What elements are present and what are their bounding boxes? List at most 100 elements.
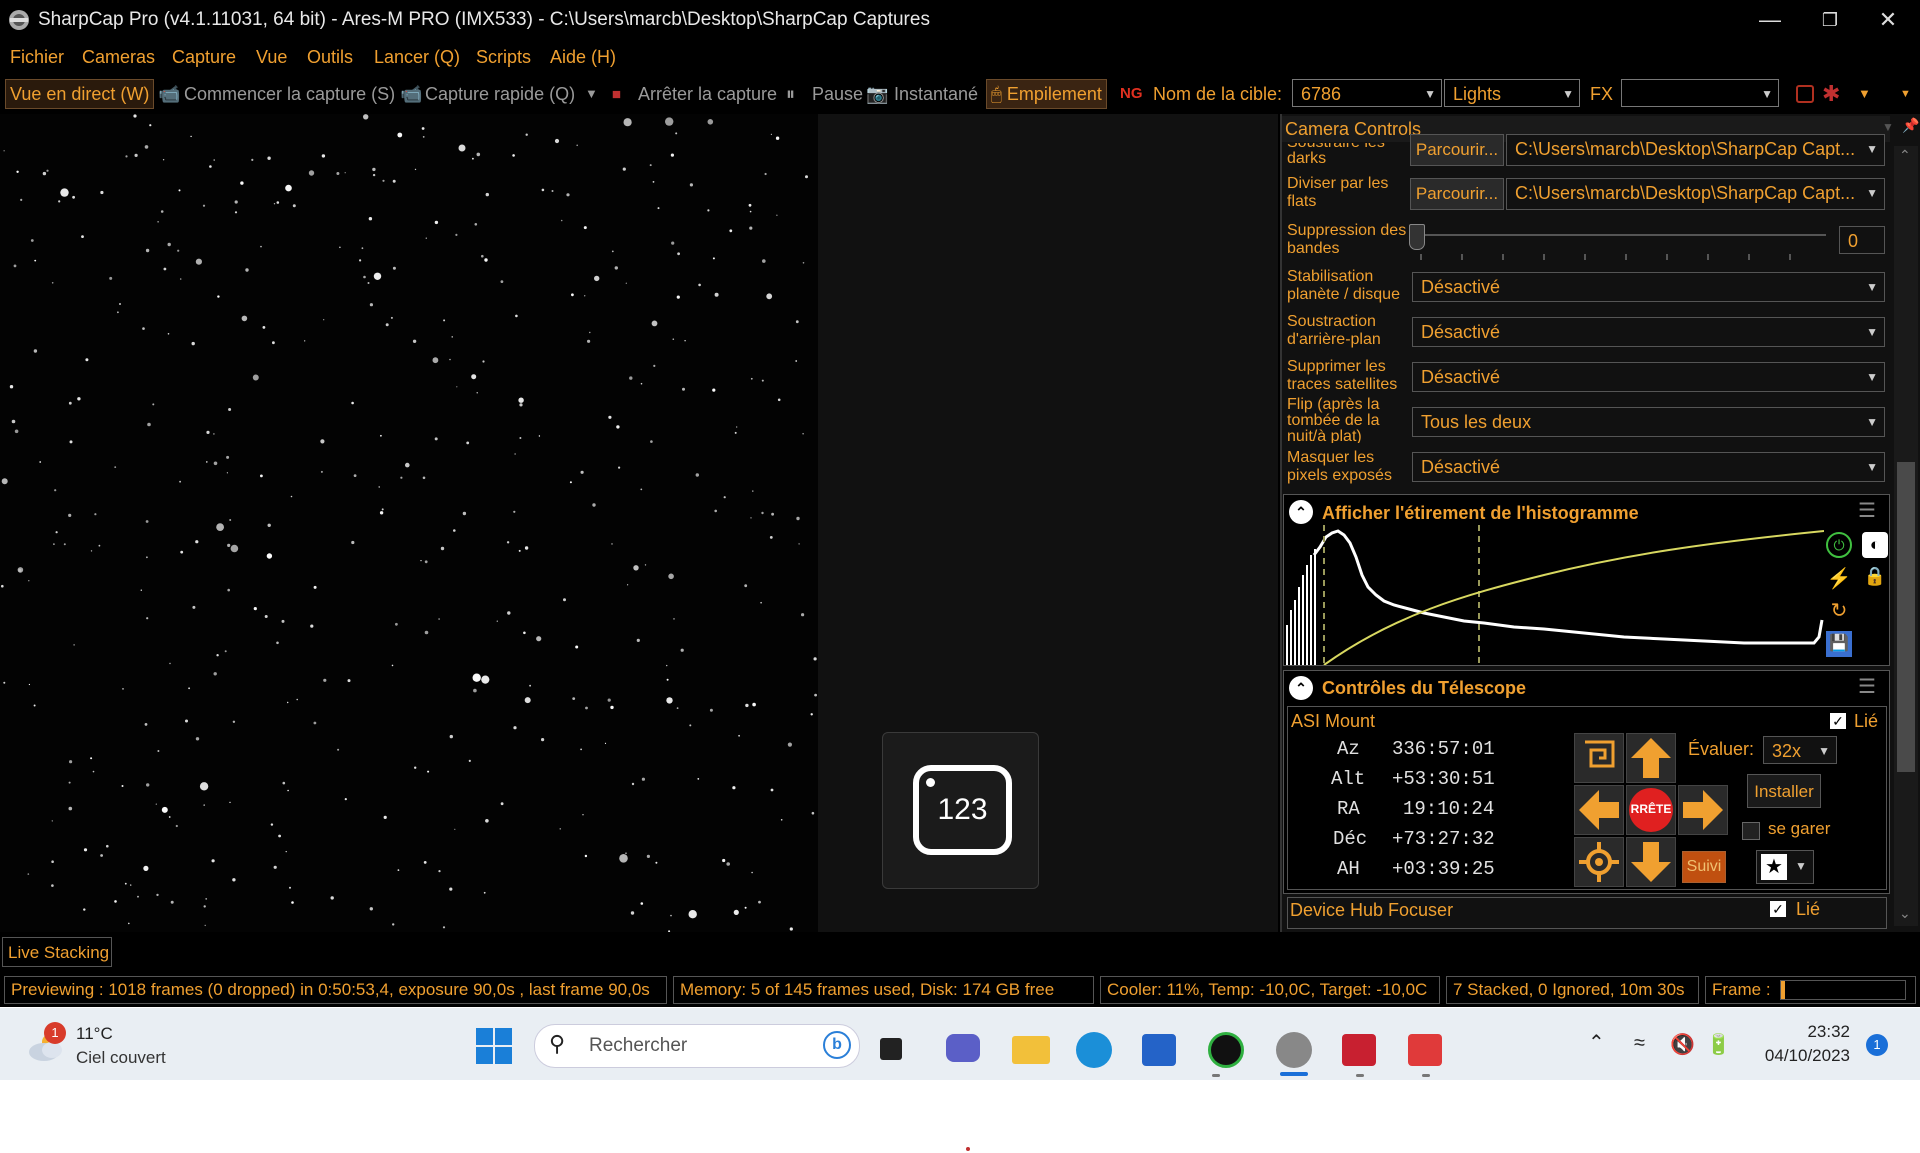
windows-start-icon[interactable] <box>476 1028 512 1064</box>
close-button[interactable]: ✕ <box>1858 4 1918 36</box>
weather-temp[interactable]: 11°C <box>76 1024 113 1044</box>
chevron-down-icon[interactable]: ▼ <box>1858 80 1871 108</box>
park-checkbox[interactable] <box>1742 822 1760 840</box>
scroll-down-icon[interactable]: ⌄ <box>1899 905 1911 922</box>
move-east-button[interactable] <box>1678 785 1728 835</box>
status-frame: Frame : <box>1705 976 1916 1004</box>
lightning-icon[interactable]: ⚡ <box>1826 566 1852 592</box>
start-capture-button[interactable]: Commencer la capture (S) <box>184 80 395 108</box>
star <box>714 509 717 513</box>
star-select-combo[interactable]: ★ ▼ <box>1756 850 1814 884</box>
store-icon[interactable] <box>1142 1034 1176 1066</box>
banding-value-input[interactable]: 0 <box>1839 226 1885 254</box>
clock-date[interactable]: 04/10/2023 <box>1744 1046 1850 1066</box>
pin-icon[interactable]: 📌 <box>1902 117 1919 134</box>
move-south-button[interactable] <box>1626 837 1676 887</box>
move-north-button[interactable] <box>1626 733 1676 783</box>
menu-scripts[interactable]: Scripts <box>476 47 531 68</box>
task-view-icon[interactable] <box>880 1038 902 1060</box>
menu-lancer[interactable]: Lancer (Q) <box>374 47 460 68</box>
stop-capture-button[interactable]: Arrêter la capture <box>638 80 777 108</box>
clock-time[interactable]: 23:32 <box>1780 1022 1850 1042</box>
mask-pixels-combo[interactable]: Désactivé ▼ <box>1412 452 1885 482</box>
scroll-up-icon[interactable]: ⌃ <box>1899 147 1911 164</box>
wifi-icon[interactable]: ≈ <box>1634 1032 1645 1055</box>
stellarium-icon[interactable] <box>1342 1034 1376 1066</box>
phd2-icon[interactable] <box>1208 1032 1244 1068</box>
volume-muted-icon[interactable]: 🔇 <box>1670 1032 1695 1057</box>
fx-combo[interactable]: ▼ <box>1621 79 1779 107</box>
chevron-down-icon[interactable]: ▼ <box>585 80 598 108</box>
tracking-button[interactable]: Suivi <box>1682 851 1726 883</box>
histogram-menu-icon[interactable]: ☰ <box>1858 498 1876 523</box>
install-button[interactable]: Installer <box>1747 774 1821 808</box>
target-name-combo[interactable]: 6786 ▼ <box>1292 79 1442 107</box>
collapse-telescope-icon[interactable]: ⌃ <box>1289 676 1313 700</box>
minimize-button[interactable]: — <box>1740 4 1800 36</box>
satellite-trails-combo[interactable]: Désactivé ▼ <box>1412 362 1885 392</box>
banding-slider-track[interactable] <box>1416 234 1826 236</box>
spiral-search-button[interactable] <box>1574 733 1624 783</box>
notification-badge[interactable]: 1 <box>1866 1034 1888 1056</box>
flip-combo[interactable]: Tous les deux ▼ <box>1412 407 1885 437</box>
lock-icon[interactable]: 🔒 <box>1862 566 1888 592</box>
power-icon[interactable]: ⏻ <box>1826 532 1852 558</box>
snapshot-button[interactable]: Instantané <box>894 80 978 108</box>
stabilisation-combo[interactable]: Désactivé ▼ <box>1412 272 1885 302</box>
scrollbar-thumb[interactable] <box>1897 462 1915 772</box>
telescope-menu-icon[interactable]: ☰ <box>1858 674 1876 699</box>
menu-aide[interactable]: Aide (H) <box>550 47 616 68</box>
anydesk-icon[interactable] <box>1408 1034 1442 1066</box>
collapse-histogram-icon[interactable]: ⌃ <box>1289 500 1313 524</box>
live-stacking-tab[interactable]: Live Stacking <box>2 937 112 967</box>
quick-capture-button[interactable]: Capture rapide (Q) <box>425 80 575 108</box>
star <box>709 708 713 712</box>
live-image-view[interactable] <box>0 114 818 932</box>
star <box>481 254 484 258</box>
edge-icon[interactable] <box>1076 1032 1112 1068</box>
menu-vue[interactable]: Vue <box>256 47 287 68</box>
pause-button[interactable]: Pause <box>812 80 863 108</box>
menu-cameras[interactable]: Cameras <box>82 47 155 68</box>
save-icon[interactable]: 💾 <box>1826 631 1852 657</box>
stop-mount-button[interactable]: RRÊTE <box>1626 785 1676 835</box>
panel-splitter[interactable] <box>1280 114 1282 932</box>
sharpcap-taskbar-icon[interactable] <box>1276 1032 1312 1068</box>
reticle-icon[interactable]: ✱ <box>1822 80 1840 108</box>
stacking-button[interactable]: 🖱 Empilement <box>986 79 1107 109</box>
battery-icon[interactable]: 🔋 <box>1706 1032 1731 1057</box>
histogram-graph[interactable] <box>1284 525 1824 665</box>
file-explorer-icon[interactable] <box>1012 1036 1050 1064</box>
darks-path-combo[interactable]: C:\Users\marcb\Desktop\SharpCap Capt... ▼ <box>1506 134 1885 166</box>
center-target-button[interactable] <box>1574 837 1624 887</box>
background-subtraction-combo[interactable]: Désactivé ▼ <box>1412 317 1885 347</box>
banding-slider-thumb[interactable] <box>1409 224 1425 250</box>
star <box>390 316 393 319</box>
teams-icon[interactable] <box>946 1034 980 1062</box>
flats-path-combo[interactable]: C:\Users\marcb\Desktop\SharpCap Capt... ▼ <box>1506 178 1885 210</box>
reset-icon[interactable]: ↻ <box>1826 598 1852 624</box>
star <box>351 540 355 545</box>
menu-outils[interactable]: Outils <box>307 47 353 68</box>
menu-fichier[interactable]: Fichier <box>10 47 64 68</box>
roi-icon[interactable] <box>1796 85 1814 103</box>
overflow-icon[interactable]: ▼ <box>1900 80 1911 108</box>
menu-capture[interactable]: Capture <box>172 47 236 68</box>
browse-darks-button[interactable]: Parcourir... <box>1410 134 1504 166</box>
frame-type-combo[interactable]: Lights ▼ <box>1444 79 1580 107</box>
star <box>680 648 684 652</box>
star <box>421 127 425 130</box>
mount-linked-checkbox[interactable]: ✓ <box>1830 713 1846 729</box>
taskbar-search[interactable]: ⚲ Rechercher b <box>534 1024 860 1068</box>
contrast-icon[interactable]: ◐ <box>1862 532 1888 558</box>
tray-chevron-up-icon[interactable]: ⌃ <box>1588 1030 1605 1055</box>
live-view-button[interactable]: Vue en direct (W) <box>5 79 155 109</box>
restore-button[interactable]: ❐ <box>1800 4 1860 36</box>
weather-desc[interactable]: Ciel couvert <box>76 1048 166 1068</box>
browse-flats-button[interactable]: Parcourir... <box>1410 178 1504 210</box>
chevron-down-icon[interactable]: ▼ <box>1882 120 1894 134</box>
notification-card[interactable]: 123 <box>882 732 1039 889</box>
move-west-button[interactable] <box>1574 785 1624 835</box>
focuser-linked-checkbox[interactable]: ✓ <box>1770 901 1786 917</box>
rate-combo[interactable]: 32x ▼ <box>1763 736 1837 764</box>
